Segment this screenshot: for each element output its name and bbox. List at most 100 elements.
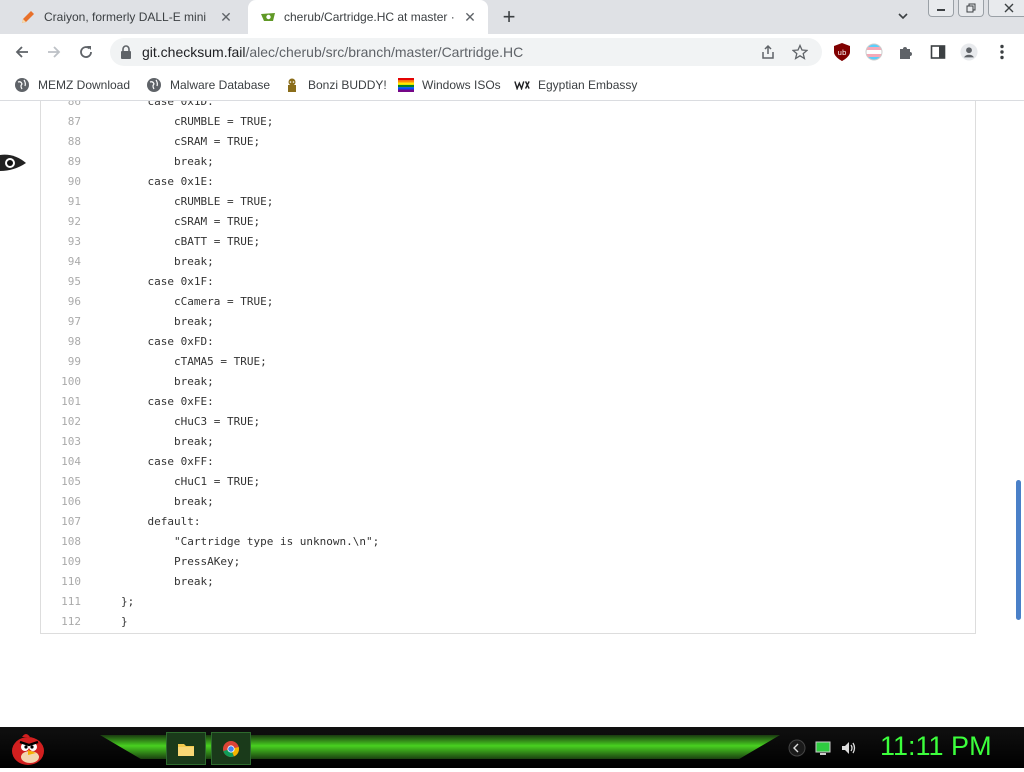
taskbar-clock[interactable]: 11:11 PM: [880, 731, 992, 762]
restore-button[interactable]: [958, 0, 984, 17]
line-number[interactable]: 92: [41, 212, 81, 232]
back-button[interactable]: [12, 42, 32, 62]
tab-title: cherub/Cartridge.HC at master ·: [284, 10, 455, 24]
start-button-angry-bird-icon[interactable]: [8, 729, 48, 767]
line-number[interactable]: 96: [41, 292, 81, 312]
line-number[interactable]: 98: [41, 332, 81, 352]
code-line: 100 break;: [41, 372, 975, 392]
line-number[interactable]: 90: [41, 172, 81, 192]
code-line: 104 case 0xFF:: [41, 452, 975, 472]
minimize-button[interactable]: [928, 0, 954, 17]
line-number[interactable]: 110: [41, 572, 81, 592]
rainbow-flag-icon: [398, 77, 414, 93]
line-number[interactable]: 105: [41, 472, 81, 492]
line-number[interactable]: 109: [41, 552, 81, 572]
bookmark-bonzi-buddy[interactable]: Bonzi BUDDY!: [284, 76, 387, 94]
side-panel-icon[interactable]: [929, 43, 947, 61]
close-tab-icon[interactable]: ✕: [462, 9, 478, 25]
line-number[interactable]: 94: [41, 252, 81, 272]
line-number[interactable]: 93: [41, 232, 81, 252]
page-scrollbar-thumb[interactable]: [1016, 480, 1021, 620]
code-text: break;: [121, 255, 214, 268]
code-line: 87 cRUMBLE = TRUE;: [41, 112, 975, 132]
close-window-button[interactable]: [988, 0, 1024, 17]
line-number[interactable]: 111: [41, 592, 81, 612]
trans-flag-icon[interactable]: [865, 43, 883, 61]
menu-kebab-icon[interactable]: [993, 43, 1011, 61]
code-line: 90 case 0x1E:: [41, 172, 975, 192]
line-number[interactable]: 106: [41, 492, 81, 512]
code-line: 88 cSRAM = TRUE;: [41, 132, 975, 152]
chrome-icon: [223, 740, 239, 757]
file-explorer-icon: [178, 743, 194, 756]
bookmark-memz[interactable]: MEMZ Download: [14, 76, 130, 94]
url-path: /alec/cherub/src/branch/master/Cartridge…: [245, 44, 524, 60]
tab-cherub[interactable]: cherub/Cartridge.HC at master · ✕: [248, 0, 488, 34]
code-line: 86 case 0x1D:: [41, 101, 975, 112]
code-line: 94 break;: [41, 252, 975, 272]
code-text: }: [121, 615, 128, 628]
tab-title: Craiyon, formerly DALL-E mini: [44, 10, 207, 24]
reload-button[interactable]: [76, 42, 96, 62]
line-number[interactable]: 91: [41, 192, 81, 212]
extensions-puzzle-icon[interactable]: [897, 43, 915, 61]
code-line: 108 "Cartridge type is unknown.\n";: [41, 532, 975, 552]
code-line: 106 break;: [41, 492, 975, 512]
line-number[interactable]: 100: [41, 372, 81, 392]
line-number[interactable]: 97: [41, 312, 81, 332]
code-line: 107 default:: [41, 512, 975, 532]
lock-icon[interactable]: [120, 45, 132, 64]
code-text: break;: [121, 375, 214, 388]
line-number[interactable]: 99: [41, 352, 81, 372]
code-text: break;: [121, 435, 214, 448]
file-explorer-taskbar-button[interactable]: [166, 732, 206, 765]
line-number[interactable]: 87: [41, 112, 81, 132]
bookmark-malware-database[interactable]: Malware Database: [146, 76, 270, 94]
line-number[interactable]: 88: [41, 132, 81, 152]
code-line: 109 PressAKey;: [41, 552, 975, 572]
share-icon[interactable]: [760, 44, 776, 60]
bookmark-label: Windows ISOs: [422, 78, 501, 92]
line-number[interactable]: 95: [41, 272, 81, 292]
volume-icon[interactable]: [840, 739, 858, 762]
line-number[interactable]: 107: [41, 512, 81, 532]
code-text: case 0x1D:: [121, 101, 214, 108]
code-text: default:: [121, 515, 201, 528]
address-bar[interactable]: git.checksum.fail/alec/cherub/src/branch…: [110, 38, 822, 66]
bookmark-star-icon[interactable]: [792, 44, 808, 60]
code-text: PressAKey;: [121, 555, 241, 568]
system-tray: [788, 739, 858, 762]
chrome-taskbar-button[interactable]: [211, 732, 251, 765]
bonzi-icon: [284, 77, 300, 93]
code-line: 102 cHuC3 = TRUE;: [41, 412, 975, 432]
tab-search-chevron-icon[interactable]: [896, 9, 912, 25]
line-number[interactable]: 108: [41, 532, 81, 552]
line-number[interactable]: 104: [41, 452, 81, 472]
wix-icon: [514, 77, 530, 93]
line-number[interactable]: 101: [41, 392, 81, 412]
bookmark-windows-isos[interactable]: Windows ISOs: [398, 76, 501, 94]
bookmark-egyptian-embassy[interactable]: Egyptian Embassy: [514, 76, 637, 94]
code-text: cHuC3 = TRUE;: [121, 415, 261, 428]
url-text[interactable]: git.checksum.fail/alec/cherub/src/branch…: [142, 44, 523, 60]
code-line: 99 cTAMA5 = TRUE;: [41, 352, 975, 372]
line-number[interactable]: 89: [41, 152, 81, 172]
ublock-icon[interactable]: ub: [833, 43, 851, 61]
code-text: };: [121, 595, 135, 608]
close-tab-icon[interactable]: ✕: [218, 9, 234, 25]
line-number[interactable]: 112: [41, 612, 81, 632]
line-number[interactable]: 102: [41, 412, 81, 432]
new-tab-button[interactable]: +: [498, 4, 520, 29]
code-text: case 0xFE:: [121, 395, 214, 408]
network-monitor-icon[interactable]: [814, 739, 832, 762]
desktop-pet-eye-icon[interactable]: [0, 145, 28, 186]
line-number[interactable]: 103: [41, 432, 81, 452]
line-number[interactable]: 86: [41, 101, 81, 112]
forward-button[interactable]: [44, 42, 64, 62]
tab-craiyon[interactable]: Craiyon, formerly DALL-E mini ✕: [8, 0, 244, 34]
code-line: 111};: [41, 592, 975, 612]
pencil-icon: [20, 9, 36, 25]
browser-toolbar: git.checksum.fail/alec/cherub/src/branch…: [0, 34, 1024, 70]
profile-avatar-icon[interactable]: [960, 43, 978, 61]
tray-chevron-icon[interactable]: [788, 739, 806, 762]
